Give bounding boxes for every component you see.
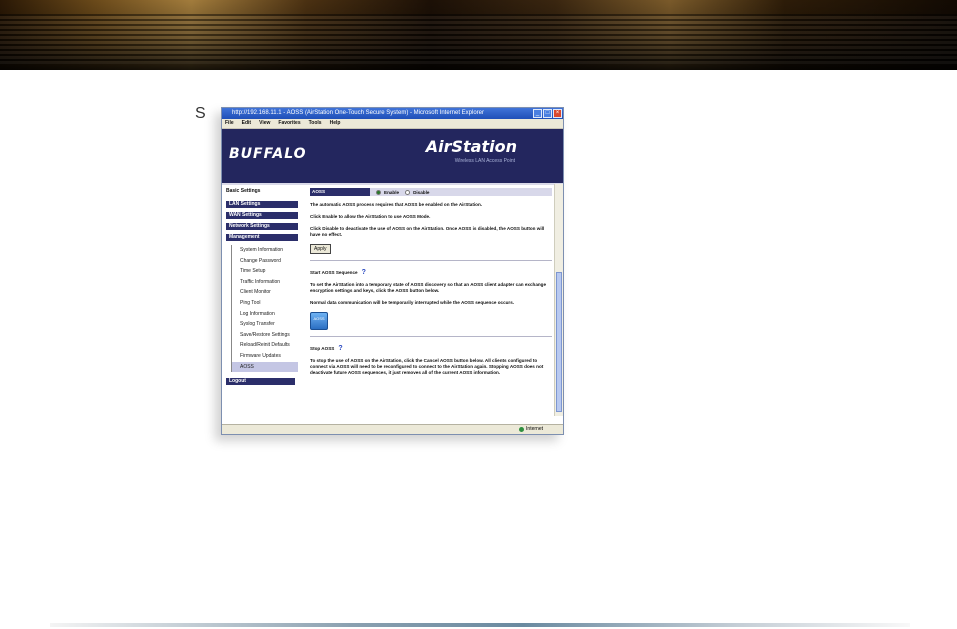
stop-aoss-title-text: Stop AOSS [310, 346, 335, 351]
nav-aoss[interactable]: AOSS [231, 361, 298, 373]
start-aoss-paragraph-1: To set the AirStation into a temporary s… [310, 282, 547, 293]
menu-view[interactable]: View [259, 119, 270, 128]
help-icon[interactable]: ? [362, 269, 366, 276]
nav-traffic-information[interactable]: Traffic Information [231, 276, 298, 288]
stop-aoss-paragraph: To stop the use of AOSS on the AirStatio… [310, 358, 544, 375]
banner-stripes [0, 14, 957, 64]
status-bar: Internet [222, 424, 563, 434]
nav-lan-settings[interactable]: LAN Settings [226, 201, 298, 208]
aoss-paragraph-1: The automatic AOSS process requires that… [310, 202, 483, 207]
sidebar-nav: Basic Settings LAN Settings WAN Settings… [226, 188, 298, 386]
aoss-toggle-row: AOSS Enable Disable [310, 188, 552, 196]
window-controls: _ □ × [533, 109, 562, 118]
bottom-divider [50, 623, 910, 627]
minimize-icon[interactable]: _ [533, 109, 542, 118]
aoss-paragraph-2: Click Enable to allow the AirStation to … [310, 214, 431, 219]
main-content: AOSS Enable Disable The automatic AOSS p… [310, 188, 552, 376]
menu-file[interactable]: File [225, 119, 234, 128]
window-title: http://192.168.11.1 - AOSS (AirStation O… [232, 110, 485, 116]
close-icon[interactable]: × [553, 109, 562, 118]
start-aoss-section: Start AOSS Sequence? To set the AirStati… [310, 260, 552, 330]
menu-favorites[interactable]: Favorites [278, 119, 300, 128]
menu-help[interactable]: Help [330, 119, 341, 128]
menu-tools[interactable]: Tools [309, 119, 322, 128]
nav-management[interactable]: Management [226, 234, 298, 241]
menu-bar: File Edit View Favorites Tools Help [222, 119, 563, 129]
nav-firmware-updates[interactable]: Firmware Updates [231, 350, 298, 362]
nav-system-information[interactable]: System Information [231, 245, 298, 256]
nav-wan-settings[interactable]: WAN Settings [226, 212, 298, 219]
nav-client-monitor[interactable]: Client Monitor [231, 287, 298, 298]
browser-window: http://192.168.11.1 - AOSS (AirStation O… [221, 107, 564, 435]
airstation-logo: AirStation [425, 137, 517, 156]
scrollbar-thumb[interactable] [556, 272, 562, 412]
stop-aoss-section: Stop AOSS? To stop the use of AOSS on th… [310, 336, 552, 376]
vertical-scrollbar[interactable] [554, 184, 563, 416]
start-aoss-title: Start AOSS Sequence? [310, 269, 552, 276]
enable-radio[interactable] [376, 189, 381, 195]
stop-aoss-title: Stop AOSS? [310, 345, 552, 352]
internet-zone-status: Internet [518, 425, 543, 434]
menu-edit[interactable]: Edit [242, 119, 251, 128]
start-aoss-paragraph-2: Normal data communication will be tempor… [310, 300, 515, 305]
title-bar: http://192.168.11.1 - AOSS (AirStation O… [222, 108, 563, 119]
start-aoss-title-text: Start AOSS Sequence [310, 270, 358, 275]
page-header: BUFFALO AirStation Wireless LAN Access P… [222, 129, 563, 185]
aoss-paragraph-3: Click Disable to deactivate the use of A… [310, 226, 545, 237]
aoss-button-label: AOSS [313, 316, 325, 321]
disable-radio[interactable] [405, 189, 411, 195]
nav-change-password[interactable]: Change Password [231, 255, 298, 267]
nav-time-setup[interactable]: Time Setup [231, 266, 298, 277]
enable-label: Enable [384, 189, 400, 195]
aoss-button[interactable]: AOSS [310, 312, 328, 330]
apply-button[interactable]: Apply [310, 244, 331, 254]
top-banner [0, 0, 957, 70]
aoss-label: AOSS [310, 188, 370, 196]
maximize-icon[interactable]: □ [543, 109, 552, 118]
nav-network-settings[interactable]: Network Settings [226, 223, 298, 230]
airstation-subtitle: Wireless LAN Access Point [454, 158, 515, 164]
help-icon[interactable]: ? [338, 345, 342, 352]
logout-button[interactable]: Logout [226, 378, 295, 386]
nav-ping-tool[interactable]: Ping Tool [231, 297, 298, 309]
nav-syslog-transfer[interactable]: Syslog Transfer [231, 319, 298, 330]
stray-glyph: S [195, 105, 206, 122]
buffalo-logo: BUFFALO [229, 146, 307, 162]
disable-label: Disable [413, 189, 430, 195]
nav-log-information[interactable]: Log Information [231, 308, 298, 320]
nav-save-restore[interactable]: Save/Restore Settings [231, 329, 298, 341]
nav-basic-settings[interactable]: Basic Settings [226, 188, 298, 194]
nav-reload-defaults[interactable]: Reload/Reinit Defaults [231, 340, 298, 351]
